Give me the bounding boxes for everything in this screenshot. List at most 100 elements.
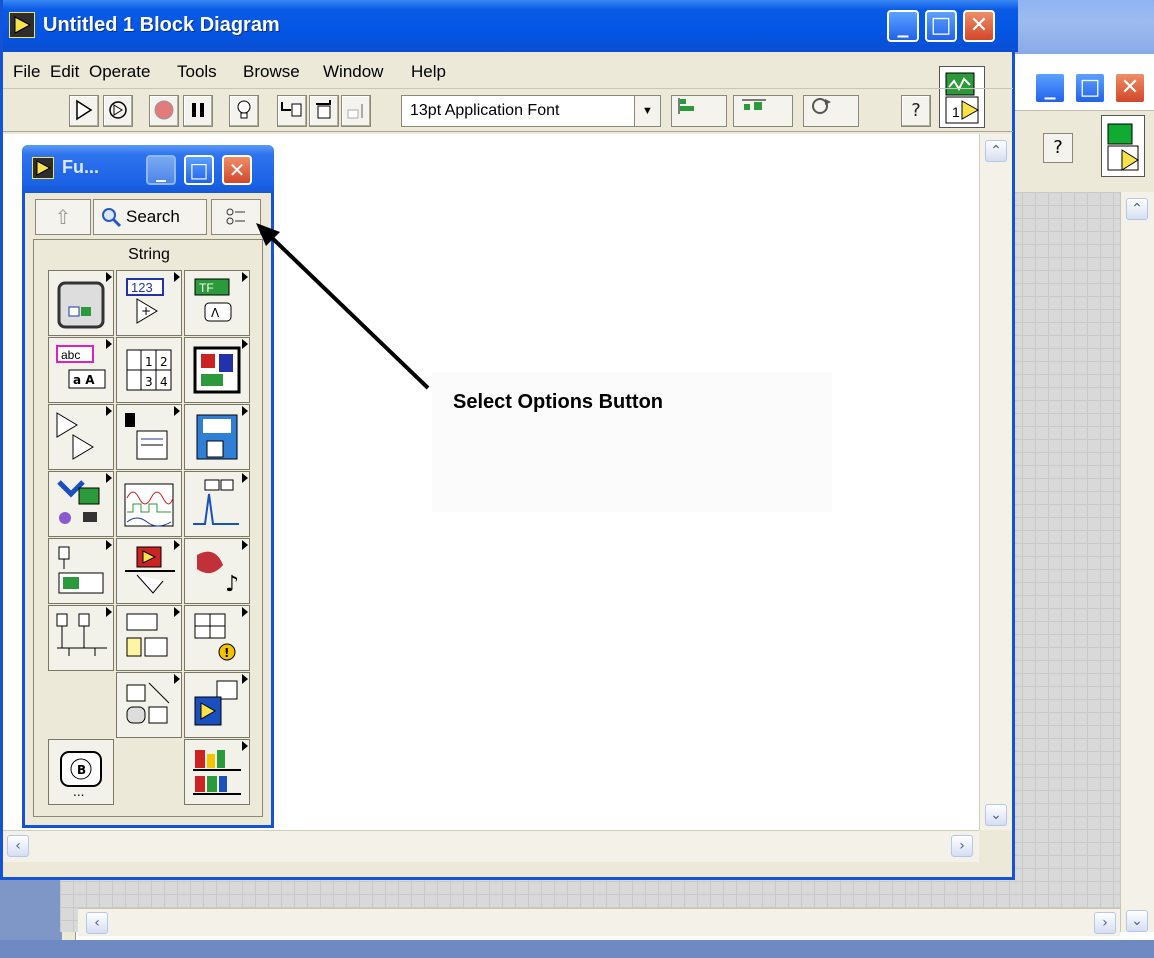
svg-text:+: + [141,304,151,318]
svg-text:2: 2 [160,355,168,369]
menu-edit[interactable]: Edit [50,62,79,82]
svg-text:1: 1 [145,355,153,369]
palette-minimize-button[interactable]: _ [146,155,176,185]
palette-maximize-button[interactable]: □ [184,155,214,185]
structures-icon[interactable] [48,270,114,336]
background-minimize-button[interactable]: _ [1034,72,1066,104]
reorder-dropdown[interactable] [803,95,859,127]
align-objects-dropdown[interactable] [671,95,727,127]
background-scroll-down-button[interactable]: ⌄ [1126,910,1148,932]
palette-category-label: String [128,246,170,263]
scroll-down-button[interactable]: ⌄ [985,804,1007,826]
distribute-objects-icon [740,99,770,120]
scroll-left-button[interactable]: ‹ [7,835,29,857]
highlight-execution-button[interactable] [229,95,259,127]
maximize-button[interactable]: □ [925,10,957,42]
background-vertical-scrollbar[interactable]: ⌃ ⌄ [1120,192,1154,932]
step-over-button[interactable] [309,95,339,127]
decorations-icon[interactable] [116,672,182,738]
minimize-button[interactable]: _ [887,10,919,42]
background-horizontal-scrollbar[interactable]: ‹ › [78,908,1120,936]
text-settings-dropdown[interactable]: 13pt Application Font ▼ [401,95,661,127]
search-label: Search [126,207,180,226]
up-to-owning-palette-button[interactable]: ⇧ [35,199,91,235]
svg-text:abc: abc [61,348,80,362]
background-caption-buttons: _ □ ✕ [1030,72,1150,108]
background-maximize-button[interactable]: □ [1074,72,1106,104]
resize-grip[interactable] [979,830,1012,862]
step-out-button[interactable] [341,95,371,127]
options-button[interactable] [211,199,261,235]
pause-button[interactable] [183,95,213,127]
toolbar: 13pt Application Font ▼ ? [3,88,1013,132]
svg-text:Λ: Λ [211,306,220,320]
abort-button[interactable] [149,95,179,127]
waveform-icon[interactable] [116,471,182,537]
svg-text:TF: TF [199,281,214,295]
file-io-icon[interactable] [184,404,250,470]
search-button[interactable]: Search [93,199,207,235]
comparison-icon[interactable] [48,404,114,470]
palette-title: Fu... [62,157,99,177]
graphics-sound-icon[interactable]: ♪ [184,538,250,604]
window-title: Untitled 1 Block Diagram [43,14,280,36]
menu-help[interactable]: Help [411,62,446,82]
close-button[interactable]: ✕ [963,10,995,42]
user-libraries-icon[interactable] [184,739,250,805]
minimize-icon: _ [897,13,909,38]
communication-icon[interactable] [48,605,114,671]
background-close-button[interactable]: ✕ [1114,72,1146,104]
distribute-objects-dropdown[interactable] [733,95,793,127]
background-scroll-left-button[interactable]: ‹ [86,912,108,934]
background-scroll-right-button[interactable]: › [1094,912,1116,934]
string-icon[interactable]: abc a A [48,337,114,403]
run-button[interactable] [69,95,99,127]
svg-text:B: B [77,763,86,777]
background-window-titlebar[interactable] [1015,0,1154,54]
background-scroll-up-button[interactable]: ⌃ [1126,198,1148,220]
cluster-icon[interactable] [184,337,250,403]
instrument-io-icon[interactable] [48,538,114,604]
horizontal-scrollbar[interactable]: ‹ › [3,830,979,862]
background-window-toolbar: ? [1015,110,1154,192]
vertical-scrollbar[interactable]: ⌃ ⌄ [979,134,1012,830]
palette-titlebar[interactable]: Fu... _ □ ✕ [22,145,274,193]
boolean-icon[interactable]: TF Λ [184,270,250,336]
svg-text:4: 4 [160,375,168,389]
analyze-icon[interactable] [184,471,250,537]
menu-operate[interactable]: Operate [89,62,150,82]
menu-bar: File Edit Operate Tools Browse Window He… [3,58,1013,86]
svg-text:3: 3 [145,375,153,389]
run-continuously-button[interactable] [103,95,133,127]
menu-window[interactable]: Window [323,62,383,82]
svg-text:♪: ♪ [225,572,239,597]
up-arrow-icon: ⇧ [54,205,72,229]
numeric-icon[interactable]: 123 + [116,270,182,336]
chevron-down-icon[interactable]: ▼ [634,96,660,126]
menu-tools[interactable]: Tools [177,62,217,82]
step-into-button[interactable] [277,95,307,127]
options-icon [212,208,260,238]
palette-close-button[interactable]: ✕ [222,155,252,185]
svg-text:123: 123 [131,280,153,295]
report-generation-icon[interactable] [116,605,182,671]
menu-file[interactable]: File [13,62,40,82]
menu-browse[interactable]: Browse [243,62,300,82]
application-control-icon[interactable] [116,538,182,604]
scroll-right-button[interactable]: › [951,835,973,857]
functions-palette-window: Fu... _ □ ✕ ⇧ Search String 123 + TF Λ a… [22,145,274,828]
express-icon[interactable]: B... [48,739,114,805]
labview-vi-icon [9,12,35,38]
window-titlebar[interactable]: Untitled 1 Block Diagram _ □ ✕ [3,0,1018,52]
daq-icon[interactable] [48,471,114,537]
text-settings-value: 13pt Application Font [410,102,560,119]
context-help-button[interactable]: ? [901,95,931,127]
help-icon: ? [911,100,921,121]
reorder-icon [810,98,840,120]
advanced-icon[interactable]: ! [184,605,250,671]
array-icon[interactable]: 1234 [116,337,182,403]
select-vi-icon[interactable] [184,672,250,738]
background-help-button[interactable]: ? [1043,133,1073,163]
scroll-up-button[interactable]: ⌃ [985,140,1007,162]
timing-icon[interactable] [116,404,182,470]
